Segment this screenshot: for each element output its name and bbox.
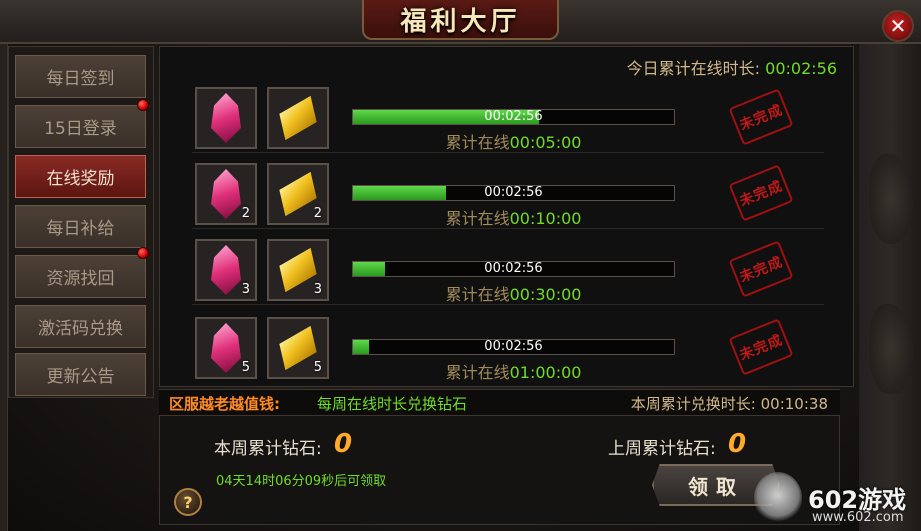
sidebar-item-label: 每日签到 <box>46 69 115 89</box>
incomplete-stamp: 未完成 <box>728 164 794 222</box>
week-exchange-value: 00:10:38 <box>760 395 828 413</box>
gold-ingot-icon <box>272 96 323 141</box>
week-exchange-label: 本周累计兑换时长: <box>630 395 756 413</box>
sidebar-item-label: 激活码兑换 <box>38 319 123 339</box>
stamp-text: 未完成 <box>737 254 786 286</box>
sidebar-item-label: 在线奖励 <box>46 169 115 189</box>
gold-slot[interactable]: 3 <box>267 239 329 301</box>
week-exchange-time: 本周累计兑换时长: 00:10:38 <box>631 393 828 414</box>
incomplete-stamp: 未完成 <box>728 240 794 298</box>
left-frame <box>0 44 8 531</box>
help-button[interactable]: ? <box>174 488 202 516</box>
item-count: 5 <box>241 360 250 375</box>
sidebar-item-label: 每日补给 <box>46 219 115 239</box>
required-value: 00:30:00 <box>509 285 582 304</box>
exchange-description: 每周在线时长兑换钻石 <box>317 395 468 413</box>
progress-text: 00:02:56 <box>484 339 543 354</box>
stamp-text: 未完成 <box>737 102 786 134</box>
gem-slot[interactable]: 3 <box>195 239 257 301</box>
dragon-ornament-icon <box>869 154 913 244</box>
sidebar-item-resource-recovery[interactable]: 资源找回 <box>15 255 146 298</box>
gem-icon <box>211 245 241 295</box>
gem-slot[interactable]: 5 <box>195 317 257 379</box>
gem-icon <box>211 323 241 373</box>
claim-countdown: 04天14时06分09秒后可领取 <box>216 474 387 489</box>
brand-url: www.602.com <box>812 510 904 525</box>
sidebar-item-update-notice[interactable]: 更新公告 <box>15 353 146 396</box>
reward-row: 3 3 00:02:56 累计在线00:30:00 未完成 <box>192 237 824 305</box>
progress-bar: 00:02:56 <box>352 109 675 125</box>
welfare-hall-window: 福利大厅 ✕ 每日签到 15日登录 在线奖励 每日补给 资源找回 激活码兑换 更… <box>0 0 921 531</box>
brand-logo-icon <box>754 472 802 524</box>
sidebar-item-online-reward[interactable]: 在线奖励 <box>15 155 146 198</box>
required-time: 累计在线01:00:00 <box>352 359 675 383</box>
progress-text: 00:02:56 <box>484 109 543 124</box>
online-reward-panel: 今日累计在线时长: 00:02:56 00:02:56 累计在线00:05:00… <box>159 46 854 387</box>
exchange-info-strip: 区服越老越值钱: 每周在线时长兑换钻石 本周累计兑换时长: 00:10:38 <box>159 389 840 415</box>
required-time: 累计在线00:30:00 <box>352 281 675 305</box>
dragon-ornament-icon <box>869 304 913 394</box>
progress-text: 00:02:56 <box>484 261 543 276</box>
required-time: 累计在线00:10:00 <box>352 205 675 229</box>
sidebar-item-15day-login[interactable]: 15日登录 <box>15 105 146 148</box>
stamp-text: 未完成 <box>737 178 786 210</box>
gold-slot[interactable]: 5 <box>267 317 329 379</box>
diamond-exchange-panel: 本周累计钻石: 0 上周累计钻石: 0 04天14时06分09秒后可领取 ? 领… <box>159 415 840 525</box>
required-value: 00:05:00 <box>509 133 582 152</box>
required-value: 01:00:00 <box>509 363 582 382</box>
claim-button-label: 领取 <box>688 474 744 499</box>
gem-slot[interactable] <box>195 87 257 149</box>
reward-row: 2 2 00:02:56 累计在线00:10:00 未完成 <box>192 161 824 229</box>
last-week-diamond-value: 0 <box>728 429 747 459</box>
gold-slot[interactable]: 2 <box>267 163 329 225</box>
sidebar-item-label: 15日登录 <box>44 119 117 139</box>
close-button[interactable]: ✕ <box>882 10 914 42</box>
item-count: 2 <box>241 206 250 221</box>
window-title: 福利大厅 <box>400 6 521 37</box>
gold-slot[interactable] <box>267 87 329 149</box>
today-online-value: 00:02:56 <box>765 59 837 78</box>
help-icon: ? <box>183 492 193 512</box>
exchange-title: 区服越老越值钱: <box>169 395 280 413</box>
required-time: 累计在线00:05:00 <box>352 129 675 153</box>
this-week-diamond-label: 本周累计钻石: <box>214 439 322 459</box>
sidebar-item-label: 更新公告 <box>46 367 115 387</box>
window-title-plate: 福利大厅 <box>362 0 559 40</box>
sidebar: 每日签到 15日登录 在线奖励 每日补给 资源找回 激活码兑换 更新公告 <box>8 46 154 398</box>
last-week-diamond-label: 上周累计钻石: <box>608 439 716 459</box>
gem-icon <box>211 169 241 219</box>
item-count: 2 <box>313 206 322 221</box>
required-label: 累计在线 <box>445 285 510 304</box>
gem-slot[interactable]: 2 <box>195 163 257 225</box>
right-frame <box>859 44 921 531</box>
sidebar-item-label: 资源找回 <box>46 269 115 289</box>
incomplete-stamp: 未完成 <box>728 88 794 146</box>
item-count: 3 <box>241 282 250 297</box>
required-value: 00:10:00 <box>509 209 582 228</box>
required-label: 累计在线 <box>445 133 510 152</box>
required-label: 累计在线 <box>445 209 510 228</box>
gem-icon <box>211 93 241 143</box>
reward-row: 00:02:56 累计在线00:05:00 未完成 <box>192 85 824 153</box>
progress-text: 00:02:56 <box>484 185 543 200</box>
close-icon: ✕ <box>889 14 907 38</box>
sidebar-item-daily-signin[interactable]: 每日签到 <box>15 55 146 98</box>
progress-bar: 00:02:56 <box>352 339 675 355</box>
progress-bar: 00:02:56 <box>352 261 675 277</box>
reward-row: 5 5 00:02:56 累计在线01:00:00 未完成 <box>192 315 824 383</box>
this-week-diamond-value: 0 <box>334 429 353 459</box>
sidebar-item-code-redeem[interactable]: 激活码兑换 <box>15 305 146 348</box>
item-count: 5 <box>313 360 322 375</box>
progress-bar: 00:02:56 <box>352 185 675 201</box>
stamp-text: 未完成 <box>737 332 786 364</box>
sidebar-item-daily-supply[interactable]: 每日补给 <box>15 205 146 248</box>
today-online-label: 今日累计在线时长: <box>626 59 766 78</box>
today-online-time: 今日累计在线时长: 00:02:56 <box>627 55 837 79</box>
notification-dot-icon <box>137 99 149 111</box>
item-count: 3 <box>313 282 322 297</box>
incomplete-stamp: 未完成 <box>728 318 794 376</box>
notification-dot-icon <box>137 247 149 259</box>
required-label: 累计在线 <box>445 363 510 382</box>
